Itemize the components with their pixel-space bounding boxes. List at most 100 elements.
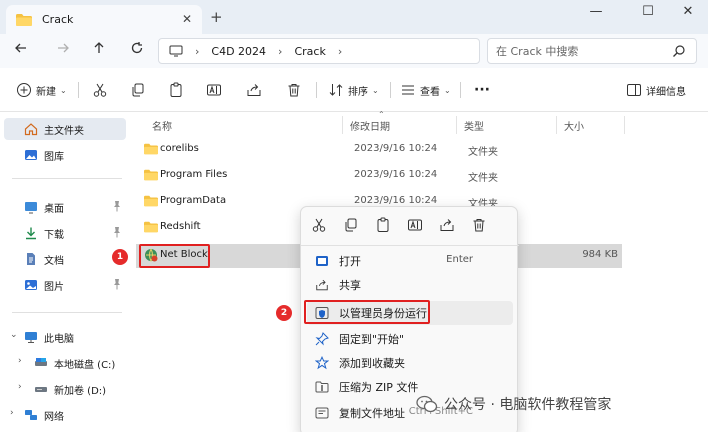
step-badge-1: 1 [112, 249, 128, 265]
menu-item-label: 共享 [339, 279, 361, 292]
chevron-down-icon: ⌄ [60, 85, 67, 95]
drive-icon [35, 358, 47, 366]
maximize-button[interactable]: ☐ [628, 4, 668, 24]
file-date: 2023/9/16 10:24 [354, 195, 438, 206]
copy-icon [132, 83, 144, 97]
menu-item-open[interactable]: 打开 Enter [307, 249, 513, 273]
sort-button[interactable]: 排序 ⌄ [328, 80, 379, 100]
folder-icon [144, 143, 158, 155]
wechat-icon [416, 395, 438, 413]
menu-item-share[interactable]: 共享 [307, 273, 513, 297]
close-tab-icon[interactable]: ✕ [182, 12, 192, 26]
share-icon[interactable] [439, 217, 455, 233]
breadcrumb-crack[interactable]: Crack [294, 45, 325, 58]
minimize-button[interactable]: — [576, 4, 616, 24]
delete-button[interactable] [286, 80, 302, 100]
trash-icon[interactable] [471, 217, 487, 233]
desktop-icon [25, 202, 37, 214]
copy-button[interactable] [130, 80, 146, 100]
file-name: ProgramData [160, 195, 227, 206]
search-input[interactable]: 在 Crack 中搜索 [487, 38, 697, 64]
sidebar-item-gallery[interactable]: 图库 [4, 144, 126, 166]
file-type: 文件夹 [468, 173, 498, 184]
column-divider[interactable] [624, 116, 625, 134]
column-header-name[interactable]: 名称 [152, 118, 172, 133]
scissors-icon[interactable] [311, 217, 327, 233]
share-icon [247, 84, 261, 96]
rename-icon[interactable] [407, 217, 423, 233]
download-icon [26, 227, 36, 240]
rename-button[interactable] [206, 80, 222, 100]
command-bar: 新建 ⌄ 排序 ⌄ 查看 ⌄ ··· 详细信息 [0, 68, 708, 112]
column-header-type[interactable]: 类型 [464, 118, 484, 133]
view-button[interactable]: 查看 ⌄ [400, 80, 451, 100]
column-header-modified[interactable]: 修改日期 [350, 118, 390, 133]
sidebar-item-desktop[interactable]: 桌面 [4, 196, 126, 218]
column-divider[interactable] [556, 116, 557, 134]
step-badge-2: 2 [276, 305, 292, 321]
pin-icon [315, 332, 329, 346]
share-button[interactable] [246, 80, 262, 100]
title-bar: Crack ✕ + — ☐ ✕ [0, 0, 708, 34]
close-window-button[interactable]: ✕ [668, 4, 708, 24]
forward-button[interactable] [52, 41, 74, 61]
menu-shortcut: Enter [446, 254, 473, 265]
sidebar-item-label: 主文件夹 [44, 125, 84, 137]
sidebar-item-this-pc[interactable]: ⌄ 此电脑 [4, 326, 126, 348]
up-button[interactable] [88, 41, 110, 61]
open-icon [316, 256, 328, 266]
paste-button[interactable] [168, 80, 184, 100]
chevron-right-icon[interactable]: › [18, 356, 22, 366]
new-button[interactable]: 新建 ⌄ [16, 80, 67, 100]
breadcrumb-c4d[interactable]: C4D 2024 [211, 45, 266, 58]
sidebar-item-downloads[interactable]: 下载 [4, 222, 126, 244]
refresh-button[interactable] [126, 41, 148, 61]
pin-icon[interactable] [112, 278, 122, 290]
file-row-program-files[interactable]: Program Files 2023/9/16 10:24 文件夹 [136, 164, 622, 188]
sidebar-item-documents[interactable]: 文档 [4, 248, 126, 270]
address-bar[interactable]: › C4D 2024 › Crack › [158, 38, 480, 64]
highlight-box-run-as-admin [304, 300, 430, 324]
column-header-row: ⌃ 名称 修改日期 类型 大小 [136, 110, 626, 136]
add-tab-button[interactable]: + [210, 8, 223, 26]
file-row-corelibs[interactable]: corelibs 2023/9/16 10:24 文件夹 [136, 138, 622, 162]
refresh-icon [131, 42, 143, 54]
sidebar-item-drive-c[interactable]: › 本地磁盘 (C:) [4, 352, 126, 374]
clipboard-icon[interactable] [375, 217, 391, 233]
pin-icon[interactable] [112, 200, 122, 212]
menu-item-add-favorites[interactable]: 添加到收藏夹 [307, 351, 513, 375]
sidebar-item-drive-d[interactable]: › 新加卷 (D:) [4, 378, 126, 400]
cut-button[interactable] [92, 80, 108, 100]
sidebar-item-pictures[interactable]: 图片 [4, 274, 126, 296]
more-button[interactable]: ··· [474, 80, 490, 100]
pin-icon[interactable] [112, 226, 122, 238]
toolbar-divider [460, 82, 461, 98]
sidebar-item-label: 网络 [44, 411, 64, 423]
sidebar-item-label: 下载 [44, 229, 64, 241]
details-button[interactable]: 详细信息 [626, 80, 686, 100]
search-icon [673, 45, 685, 57]
column-divider[interactable] [456, 116, 457, 134]
context-quick-actions [301, 207, 519, 243]
network-icon [25, 410, 37, 420]
folder-icon [144, 195, 158, 207]
new-label: 新建 [36, 86, 56, 98]
copy-icon[interactable] [343, 217, 359, 233]
chevron-down-icon[interactable]: ⌄ [10, 330, 18, 340]
column-header-size[interactable]: 大小 [564, 118, 584, 133]
chevron-right-icon[interactable]: › [10, 408, 14, 418]
search-placeholder: 在 Crack 中搜索 [496, 45, 579, 58]
menu-item-pin-start[interactable]: 固定到"开始" [307, 327, 513, 351]
sidebar-item-home[interactable]: 主文件夹 [4, 118, 126, 140]
chevron-right-icon[interactable]: › [18, 382, 22, 392]
tab-crack[interactable]: Crack ✕ [6, 5, 202, 34]
sidebar-item-network[interactable]: › 网络 [4, 404, 126, 426]
sidebar-item-label: 新加卷 (D:) [54, 385, 107, 397]
back-button[interactable] [10, 41, 32, 61]
menu-item-label: 复制文件地址 [339, 407, 405, 420]
computer-icon [25, 332, 37, 343]
scissors-icon [93, 83, 107, 97]
details-pane-icon [627, 84, 641, 96]
column-divider[interactable] [342, 116, 343, 134]
picture-icon [25, 280, 37, 290]
